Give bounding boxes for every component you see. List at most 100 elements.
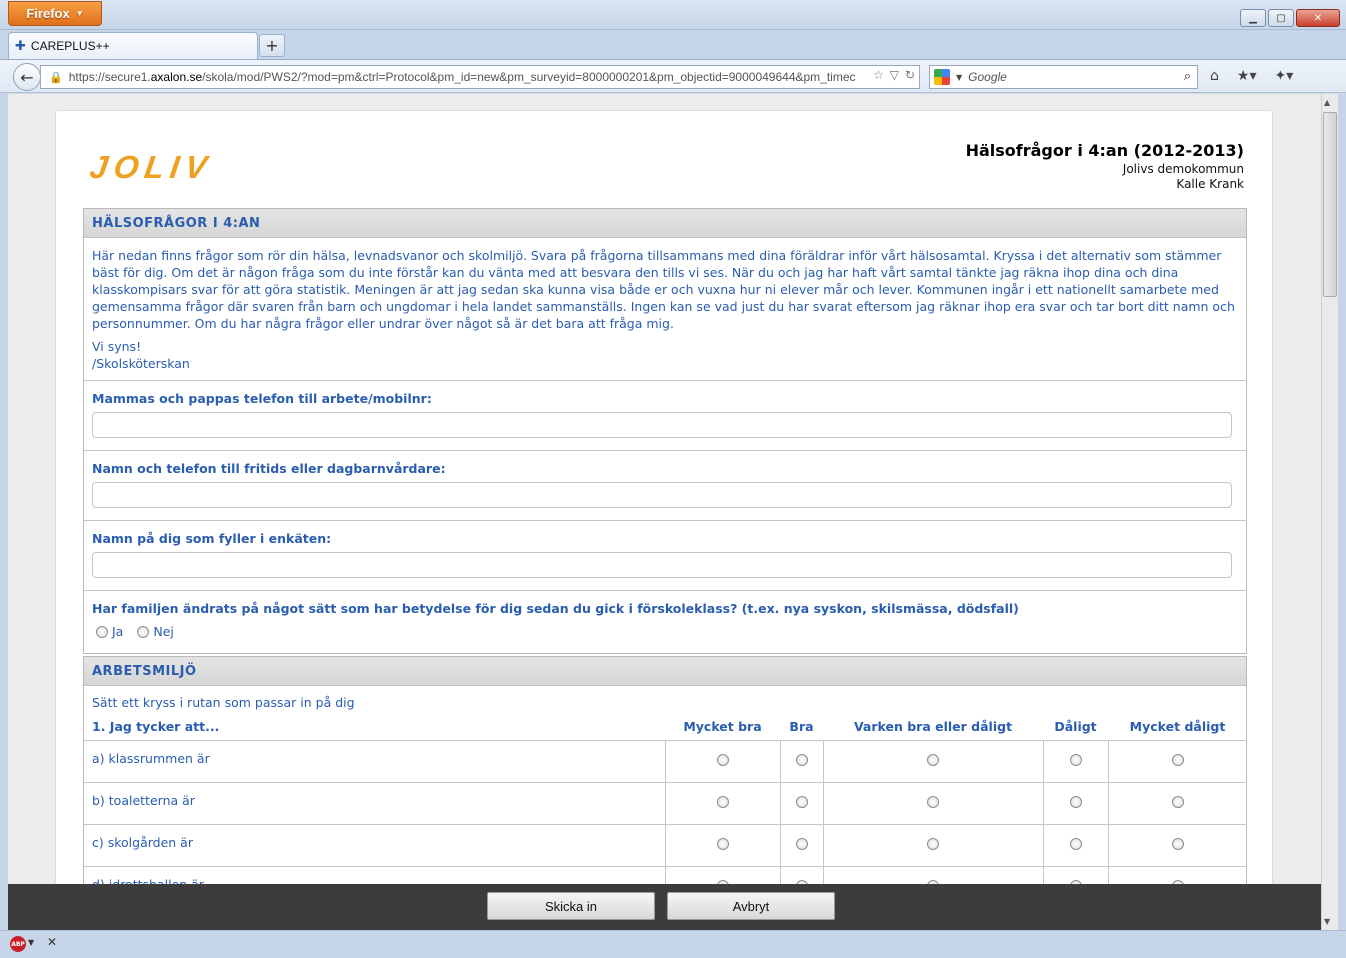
adblock-icon[interactable]: ABP <box>10 936 26 952</box>
joliv-logo: JOLIV <box>87 149 216 185</box>
radio-cell <box>1107 865 1247 884</box>
home-icon[interactable]: ⌂ <box>1210 68 1219 84</box>
cancel-button[interactable]: Avbryt <box>667 892 835 920</box>
family-change-options: Ja Nej <box>92 624 1232 639</box>
back-button[interactable]: ← <box>13 63 41 91</box>
radio-button[interactable] <box>927 795 939 808</box>
radio-button[interactable] <box>1069 837 1082 850</box>
radio-button[interactable] <box>1171 837 1184 850</box>
instruction-text: Sätt ett kryss i rutan som passar in på … <box>92 695 355 710</box>
tab-strip: ✚ CAREPLUS++ + <box>0 30 1346 59</box>
bookmark-star-icon[interactable]: ☆ <box>873 68 884 82</box>
search-bar[interactable]: ▼ Google ⌕ <box>929 65 1198 89</box>
chevron-down-icon[interactable]: ▼ <box>956 73 962 82</box>
radio-cell <box>1107 823 1247 866</box>
bookmarks-icon[interactable]: ★▾ <box>1237 68 1257 84</box>
leisure-contact-input[interactable] <box>92 482 1232 508</box>
search-placeholder: Google <box>968 70 1007 84</box>
column-header: Dåligt <box>1043 714 1108 741</box>
radio-button[interactable] <box>795 837 808 850</box>
radio-cell <box>1042 781 1108 824</box>
radio-button[interactable] <box>795 795 808 808</box>
tab-careplus[interactable]: ✚ CAREPLUS++ <box>8 32 258 59</box>
radio-button[interactable] <box>927 837 939 850</box>
minimize-button[interactable]: ▁ <box>1240 9 1266 27</box>
new-tab-button[interactable]: + <box>259 34 285 57</box>
lock-icon: 🔒 <box>49 71 63 84</box>
greeting-line: Vi syns! <box>92 339 142 354</box>
close-window-button[interactable]: ✕ <box>1296 9 1340 27</box>
signature-line: /Skolsköterskan <box>92 356 190 371</box>
form-action-bar: Skicka in Avbryt <box>8 884 1321 930</box>
question-label: Mammas och pappas telefon till arbete/mo… <box>92 391 432 406</box>
parent-phone-input[interactable] <box>92 412 1232 438</box>
radio-button[interactable] <box>1069 753 1082 766</box>
radio-cell <box>664 823 780 866</box>
maximize-button[interactable]: ▢ <box>1268 9 1294 27</box>
section-title: HÄLSOFRÅGOR I 4:AN <box>84 209 1246 238</box>
section-title: ARBETSMILJÖ <box>84 657 1246 686</box>
radio-cell <box>822 739 1043 782</box>
radio-button[interactable] <box>927 753 939 766</box>
favicon-icon: ✚ <box>15 38 26 54</box>
column-header: Varken bra eller dåligt <box>823 714 1043 741</box>
submit-button[interactable]: Skicka in <box>487 892 655 920</box>
google-icon <box>934 69 950 85</box>
form-header: Hälsofrågor i 4:an (2012-2013) Jolivs de… <box>966 141 1244 192</box>
status-bar: ABP ▼ ✕ <box>0 930 1346 958</box>
radio-cell <box>779 781 823 824</box>
radio-cell <box>664 739 780 782</box>
radio-button[interactable] <box>1069 795 1082 808</box>
table-row: d) idrottshallen är <box>84 865 1247 884</box>
radio-button[interactable] <box>96 625 108 638</box>
dropdown-arrow-icon[interactable]: ▽ <box>890 68 899 82</box>
radio-button[interactable] <box>716 753 729 766</box>
tab-title: CAREPLUS++ <box>30 39 110 53</box>
search-icon[interactable]: ⌕ <box>1184 69 1191 84</box>
radio-yes[interactable]: Ja <box>96 624 123 639</box>
table-row: b) toaletterna är <box>84 781 1247 824</box>
radio-button[interactable] <box>716 837 729 850</box>
scroll-down-icon[interactable]: ▼ <box>1324 917 1330 926</box>
radio-button[interactable] <box>716 795 729 808</box>
firefox-menu-label: Firefox <box>26 6 70 21</box>
form-card: JOLIV Hälsofrågor i 4:an (2012-2013) Jol… <box>55 110 1273 884</box>
student-name: Kalle Krank <box>1176 177 1244 191</box>
intro-text: Här nedan finns frågor som rör din hälsa… <box>84 238 1246 381</box>
address-bar[interactable]: 🔒 https://secure1.axalon.se/skola/mod/PW… <box>40 65 920 89</box>
question-parent-phone: Mammas och pappas telefon till arbete/mo… <box>84 381 1246 451</box>
radio-button[interactable] <box>795 753 808 766</box>
grid-header-row: 1. Jag tycker att... Mycket bra Bra Vark… <box>84 714 1247 741</box>
firefox-menu-button[interactable]: Firefox ▼ <box>8 1 102 26</box>
column-header: Mycket bra <box>665 714 780 741</box>
scroll-up-icon[interactable]: ▲ <box>1324 98 1330 107</box>
scrollbar-thumb[interactable] <box>1323 112 1337 297</box>
row-label: a) klassrummen är <box>84 739 665 782</box>
url-prefix: https://secure1. <box>68 70 151 84</box>
radio-cell <box>1042 739 1108 782</box>
toolbar-icons: ⌂ ★▾ ✦▾ <box>1210 68 1293 84</box>
radio-cell <box>664 781 780 824</box>
address-bar-tools: ☆ ▽ ↻ <box>868 68 915 82</box>
chevron-down-icon[interactable]: ▼ <box>28 938 34 947</box>
radio-button[interactable] <box>1171 795 1184 808</box>
url-domain: axalon.se <box>150 70 203 84</box>
close-icon[interactable]: ✕ <box>47 935 57 949</box>
row-label: d) idrottshallen är <box>84 865 665 884</box>
chevron-down-icon: ▼ <box>75 9 84 18</box>
reload-icon[interactable]: ↻ <box>905 68 915 82</box>
question-heading: 1. Jag tycker att... <box>84 714 665 741</box>
form-title: Hälsofrågor i 4:an (2012-2013) <box>965 141 1244 160</box>
radio-button[interactable] <box>1171 753 1184 766</box>
radio-no[interactable]: Nej <box>137 624 174 639</box>
radio-label: Ja <box>112 624 124 639</box>
radio-button[interactable] <box>137 625 150 638</box>
question-respondent-name: Namn på dig som fyller i enkäten: <box>84 521 1246 591</box>
addon-icon[interactable]: ✦▾ <box>1274 68 1293 84</box>
column-header: Bra <box>780 714 823 741</box>
respondent-name-input[interactable] <box>92 552 1232 578</box>
radio-cell <box>1107 739 1247 782</box>
vertical-scrollbar[interactable]: ▲ ▼ <box>1321 94 1338 930</box>
arrow-left-icon: ← <box>20 67 34 87</box>
radio-label: Nej <box>153 624 174 639</box>
